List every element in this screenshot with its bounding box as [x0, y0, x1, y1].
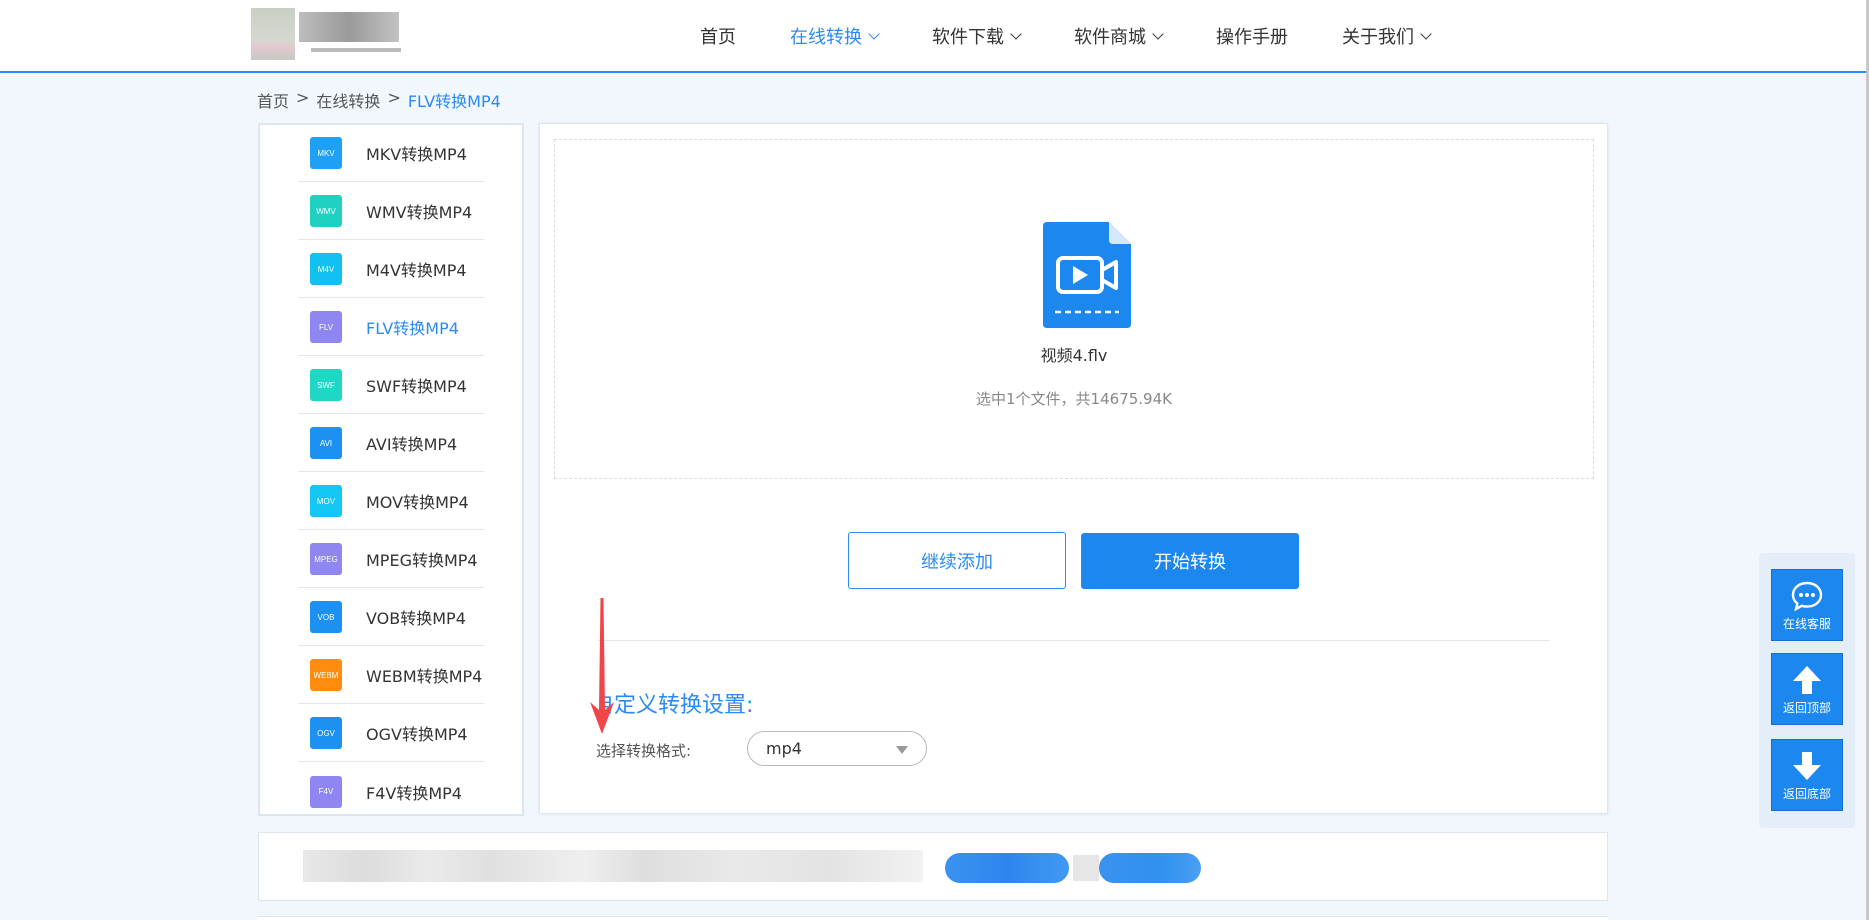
nav-item-user-manual[interactable]: 操作手册 [1216, 23, 1288, 49]
blurred-promo-text [303, 850, 923, 882]
format-sidebar: MKV MKV转换MP4 WMV WMV转换MP4 M4V M4V转换MP4 FLV FLV转… [258, 123, 524, 816]
annotation-arrow-icon [590, 598, 614, 734]
sidebar-item-vob[interactable]: VOB VOB转换MP4 [298, 589, 484, 646]
nav-item-online-convert[interactable]: 在线转换 [790, 23, 880, 49]
flv-format-icon: FLV [310, 311, 342, 343]
converter-panel: 视频4.flv 选中1个文件，共14675.94K 继续添加 开始转换 自定义转… [539, 123, 1608, 814]
promo-strip [258, 832, 1608, 901]
sidebar-item-label: AVI转换MP4 [366, 435, 458, 454]
breadcrumb-home[interactable]: 首页 [257, 88, 289, 112]
online-service-label: 在线客服 [1782, 617, 1831, 631]
sidebar-item-swf[interactable]: SWF SWF转换MP4 [298, 357, 484, 414]
webm-format-icon: WEBM [310, 659, 342, 691]
format-select-value: mp4 [766, 739, 802, 758]
sidebar-item-label: SWF转换MP4 [366, 377, 467, 396]
mpeg-format-icon: MPEG [310, 543, 342, 575]
nav-label: 操作手册 [1216, 27, 1288, 48]
dropdown-triangle-icon [896, 746, 908, 754]
sidebar-item-label: WEBM转换MP4 [366, 667, 483, 686]
arrow-down-icon [1793, 752, 1821, 780]
vob-format-icon: VOB [310, 601, 342, 633]
continue-add-button[interactable]: 继续添加 [848, 532, 1066, 589]
nav-item-software-store[interactable]: 软件商城 [1074, 23, 1164, 49]
back-to-top-label: 返回顶部 [1782, 701, 1831, 715]
file-summary: 选中1个文件，共14675.94K [976, 390, 1172, 408]
chevron-down-icon [1152, 27, 1164, 40]
section-divider [598, 640, 1550, 641]
blurred-promo-button-2[interactable] [1099, 853, 1201, 883]
m4v-format-icon: M4V [310, 253, 342, 285]
breadcrumb-separator: > [296, 88, 310, 107]
nav-label: 软件商城 [1074, 27, 1146, 48]
sidebar-item-m4v[interactable]: M4V M4V转换MP4 [298, 241, 484, 298]
sidebar-item-wmv[interactable]: WMV WMV转换MP4 [298, 183, 484, 240]
nav-label: 软件下载 [932, 27, 1004, 48]
blurred-separator [1073, 855, 1099, 881]
site-logo[interactable] [251, 8, 401, 60]
sidebar-item-flv[interactable]: FLV FLV转换MP4 [298, 299, 484, 356]
mov-format-icon: MOV [310, 485, 342, 517]
sidebar-item-mkv[interactable]: MKV MKV转换MP4 [298, 125, 484, 182]
logo-mark [251, 8, 295, 60]
nav-item-home[interactable]: 首页 [700, 23, 736, 49]
chat-bubble-icon [1791, 581, 1823, 612]
sidebar-item-label: MKV转换MP4 [366, 145, 467, 164]
swf-format-icon: SWF [310, 369, 342, 401]
sidebar-item-mov[interactable]: MOV MOV转换MP4 [298, 473, 484, 530]
next-section-edge [258, 916, 1608, 920]
sidebar-item-f4v[interactable]: F4V F4V转换MP4 [298, 763, 484, 820]
video-file-icon [1043, 222, 1131, 328]
f4v-format-icon: F4V [310, 775, 342, 808]
sidebar-item-label: MOV转换MP4 [366, 493, 469, 512]
logo-wordmark [299, 12, 399, 42]
sidebar-item-label: VOB转换MP4 [366, 609, 466, 628]
breadcrumb-separator: > [387, 88, 401, 107]
nav-item-about-us[interactable]: 关于我们 [1342, 23, 1432, 49]
wmv-format-icon: WMV [310, 195, 342, 227]
site-header: 首页 在线转换 软件下载 软件商城 操作手册 关于我们 [0, 0, 1866, 73]
mkv-format-icon: MKV [310, 137, 342, 169]
sidebar-item-label: WMV转换MP4 [366, 203, 473, 222]
sidebar-item-label: M4V转换MP4 [366, 261, 467, 280]
file-dropzone[interactable]: 视频4.flv 选中1个文件，共14675.94K [554, 139, 1594, 479]
logo-slogan [311, 48, 401, 52]
format-select[interactable]: mp4 [747, 731, 927, 766]
chevron-down-icon [868, 27, 880, 40]
start-convert-button[interactable]: 开始转换 [1081, 533, 1299, 589]
sidebar-item-avi[interactable]: AVI AVI转换MP4 [298, 415, 484, 472]
back-to-bottom-label: 返回底部 [1782, 787, 1831, 801]
chevron-down-icon [1420, 27, 1432, 40]
sidebar-item-label: F4V转换MP4 [366, 783, 462, 803]
back-to-top-button[interactable]: 返回顶部 [1771, 653, 1843, 725]
breadcrumb: 首页 > 在线转换 > FLV转换MP4 [257, 88, 501, 112]
back-to-bottom-button[interactable]: 返回底部 [1771, 739, 1843, 811]
breadcrumb-online-convert[interactable]: 在线转换 [316, 88, 380, 112]
sidebar-item-webm[interactable]: WEBM WEBM转换MP4 [298, 647, 484, 704]
nav-item-software-download[interactable]: 软件下载 [932, 23, 1022, 49]
nav-label: 首页 [700, 27, 736, 48]
settings-title: 自定义转换设置: [602, 693, 754, 718]
sidebar-item-label: OGV转换MP4 [366, 725, 468, 744]
format-label: 选择转换格式: [596, 742, 692, 760]
breadcrumb-current: FLV转换MP4 [407, 92, 501, 111]
sidebar-item-label: FLV转换MP4 [366, 319, 459, 338]
nav-label: 关于我们 [1342, 27, 1414, 48]
nav-label: 在线转换 [790, 27, 862, 48]
arrow-up-icon [1793, 666, 1821, 694]
sidebar-item-mpeg[interactable]: MPEG MPEG转换MP4 [298, 531, 484, 588]
floating-toolbar: 在线客服 返回顶部 返回底部 [1759, 553, 1855, 828]
chevron-down-icon [1010, 27, 1022, 40]
main-nav: 首页 在线转换 软件下载 软件商城 操作手册 关于我们 [700, 0, 1484, 72]
ogv-format-icon: OGV [310, 717, 342, 749]
avi-format-icon: AVI [310, 427, 342, 459]
blurred-promo-button[interactable] [945, 853, 1069, 883]
file-name: 视频4.flv [1040, 346, 1108, 365]
sidebar-item-ogv[interactable]: OGV OGV转换MP4 [298, 705, 484, 762]
sidebar-item-label: MPEG转换MP4 [366, 551, 478, 570]
online-service-button[interactable]: 在线客服 [1771, 569, 1843, 641]
